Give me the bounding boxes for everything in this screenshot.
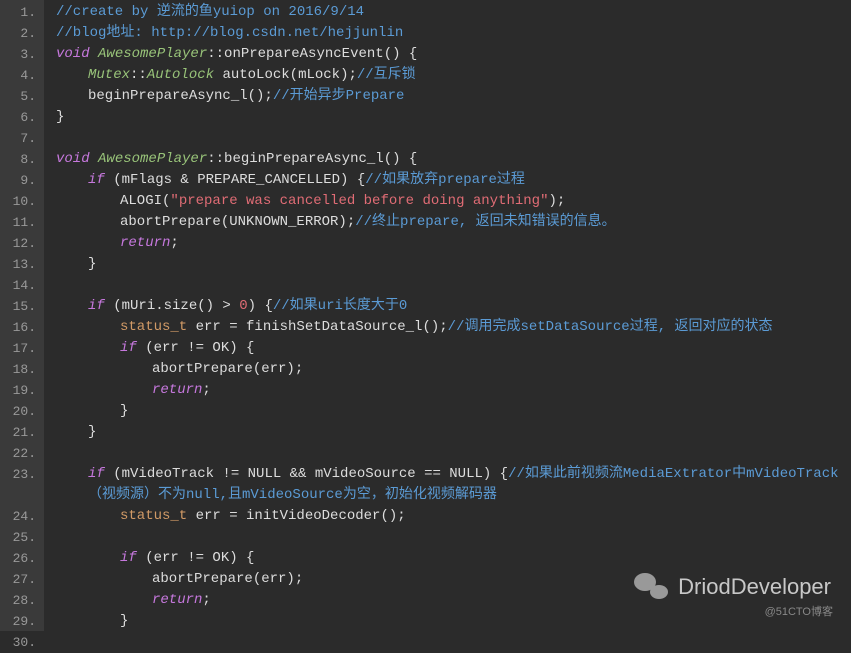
watermark-main: DriodDeveloper — [634, 573, 831, 601]
code-line: return; — [56, 380, 851, 401]
ln: 1. — [4, 2, 36, 23]
code-line: } — [56, 611, 851, 632]
code-line: Mutex::Autolock autoLock(mLock);//互斥锁 — [56, 65, 851, 86]
ln: 6. — [4, 107, 36, 128]
ln: 20. — [4, 401, 36, 422]
code-line: abortPrepare(err); — [56, 359, 851, 380]
code-line: if (mVideoTrack != NULL && mVideoSource … — [56, 464, 851, 506]
ln: 18. — [4, 359, 36, 380]
code-line: abortPrepare(UNKNOWN_ERROR);//终止prepare,… — [56, 212, 851, 233]
code-line — [56, 128, 851, 149]
code-line — [56, 527, 851, 548]
ln: 8. — [4, 149, 36, 170]
ln: 30. — [4, 632, 36, 653]
ln: 2. — [4, 23, 36, 44]
line-numbers: 1. 2. 3. 4. 5. 6. 7. 8. 9. 10. 11. 12. 1… — [0, 0, 44, 631]
code-line: } — [56, 254, 851, 275]
watermark-text: DriodDeveloper — [678, 574, 831, 600]
code-line — [56, 632, 851, 653]
code-line: } — [56, 422, 851, 443]
code-line: ALOGI("prepare was cancelled before doin… — [56, 191, 851, 212]
code-line: //blog地址: http://blog.csdn.net/hejjunlin — [56, 23, 851, 44]
ln: 21. — [4, 422, 36, 443]
ln: 14. — [4, 275, 36, 296]
ln: 5. — [4, 86, 36, 107]
ln: 12. — [4, 233, 36, 254]
code-line: //create by 逆流的鱼yuiop on 2016/9/14 — [56, 2, 851, 23]
ln: 11. — [4, 212, 36, 233]
code-line: if (mUri.size() > 0) {//如果uri长度大于0 — [56, 296, 851, 317]
wechat-icon — [634, 573, 668, 601]
watermark-sub: @51CTO博客 — [765, 603, 833, 619]
code-line: void AwesomePlayer::onPrepareAsyncEvent(… — [56, 44, 851, 65]
ln: 25. — [4, 527, 36, 548]
ln: 13. — [4, 254, 36, 275]
ln: 28. — [4, 590, 36, 611]
ln: 17. — [4, 338, 36, 359]
code-line: return; — [56, 233, 851, 254]
ln: 22. — [4, 443, 36, 464]
code-line: if (err != OK) { — [56, 338, 851, 359]
code-line: } — [56, 107, 851, 128]
ln: 19. — [4, 380, 36, 401]
ln: 9. — [4, 170, 36, 191]
code-container: 1. 2. 3. 4. 5. 6. 7. 8. 9. 10. 11. 12. 1… — [0, 0, 851, 631]
code-line: void AwesomePlayer::beginPrepareAsync_l(… — [56, 149, 851, 170]
ln: 29. — [4, 611, 36, 632]
code-line — [56, 443, 851, 464]
code-line: status_t err = initVideoDecoder(); — [56, 506, 851, 527]
ln: 23. — [4, 464, 36, 485]
ln: 7. — [4, 128, 36, 149]
code-line: status_t err = finishSetDataSource_l();/… — [56, 317, 851, 338]
code-line: if (err != OK) { — [56, 548, 851, 569]
code-line: beginPrepareAsync_l();//开始异步Prepare — [56, 86, 851, 107]
ln: 26. — [4, 548, 36, 569]
ln: 16. — [4, 317, 36, 338]
code-body[interactable]: //create by 逆流的鱼yuiop on 2016/9/14 //blo… — [44, 0, 851, 631]
ln: 15. — [4, 296, 36, 317]
ln: 10. — [4, 191, 36, 212]
ln: 24. — [4, 506, 36, 527]
code-line: if (mFlags & PREPARE_CANCELLED) {//如果放弃p… — [56, 170, 851, 191]
ln: 4. — [4, 65, 36, 86]
ln: 3. — [4, 44, 36, 65]
ln: 27. — [4, 569, 36, 590]
code-line — [56, 275, 851, 296]
code-line: } — [56, 401, 851, 422]
